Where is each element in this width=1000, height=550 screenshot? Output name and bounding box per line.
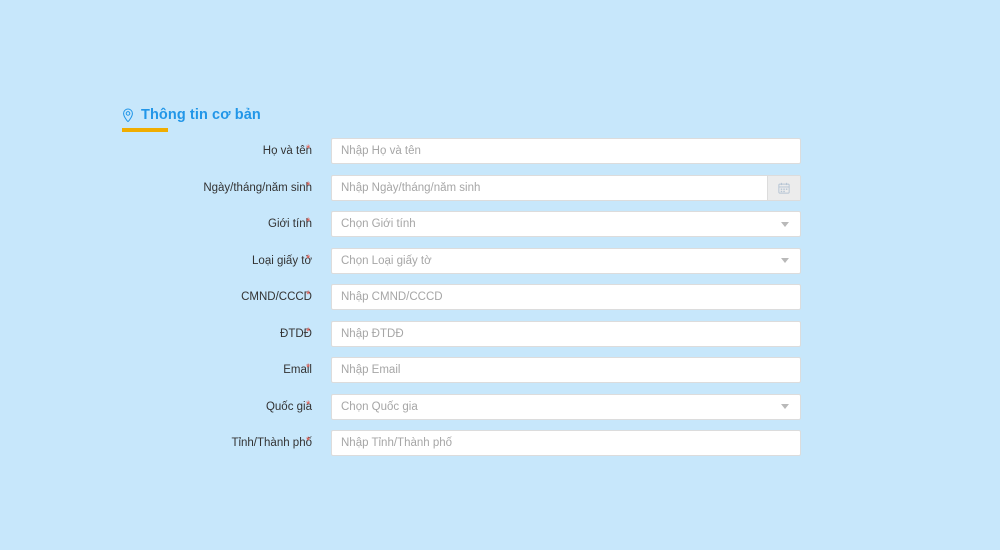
field-label: Loại giấy tờ [252,254,312,267]
field-placeholder: Nhập ĐTDĐ [341,327,404,340]
field-placeholder: Nhập CMND/CCCD [341,291,443,303]
field-placeholder: Nhập Tỉnh/Thành phố [341,437,453,449]
required-marker: * [306,362,311,374]
required-marker: * [306,325,311,338]
text-field[interactable]: Nhập CMND/CCCD [331,284,801,310]
page-root: Thông tin cơ bản Họ và tên * Nhập Họ và tê… [0,0,1000,550]
field-label: Tỉnh/Thành phố [231,437,312,449]
field-placeholder: Chọn Quốc gia [341,400,418,413]
basic-info-form: Họ và tên * Nhập Họ và tên Ngày/tháng/năm s… [0,138,1000,467]
text-field[interactable]: Nhập Họ và tên [331,138,801,164]
chevron-down-icon[interactable] [781,258,789,263]
select-field[interactable]: Chọn Loại giấy tờ [331,247,801,274]
form-row: Quốc gia * Chọn Quốc gia [0,393,1000,431]
field-placeholder: Chọn Loại giấy tờ [341,254,432,267]
section-title: Thông tin cơ bản [141,107,261,123]
form-row: Họ và tên * Nhập Họ và tên [0,138,1000,175]
form-row: CMND/CCCD * Nhập CMND/CCCD [0,284,1000,321]
section-header: Thông tin cơ bản [121,107,261,123]
required-marker: * [306,216,311,228]
required-marker: * [306,179,311,192]
field-placeholder: Nhập Họ và tên [341,145,421,157]
field-label: CMND/CCCD [241,291,312,303]
calendar-icon[interactable] [767,175,800,200]
map-pin-icon [121,108,135,123]
select-field[interactable]: Chọn Quốc gia [331,393,801,420]
text-field[interactable]: Nhập Email [331,357,801,383]
date-field[interactable]: Nhập Ngày/tháng/năm sinh [331,174,801,201]
text-field[interactable]: Nhập Tỉnh/Thành phố [331,430,801,456]
form-row: Tỉnh/Thành phố * Nhập Tỉnh/Thành phố [0,430,1000,467]
form-row: Email * Nhập Email [0,357,1000,394]
required-marker: * [306,289,311,301]
chevron-down-icon[interactable] [781,404,789,409]
field-label: Ngày/tháng/năm sinh [203,181,312,194]
section-title-underline [122,128,168,132]
form-row: Ngày/tháng/năm sinh * Nhập Ngày/tháng/năm … [0,174,1000,212]
field-label: Họ và tên [262,145,312,157]
form-row: Loại giấy tờ * Chọn Loại giấy tờ [0,247,1000,285]
form-row: Giới tính * Chọn Giới tính [0,211,1000,248]
required-marker: * [306,435,311,447]
required-marker: * [306,143,311,155]
field-placeholder: Nhập Ngày/tháng/năm sinh [341,181,481,194]
chevron-down-icon[interactable] [781,221,789,227]
field-placeholder: Nhập Email [341,364,401,376]
select-field[interactable]: Chọn Giới tính [331,211,801,237]
required-marker: * [306,252,311,265]
field-placeholder: Chọn Giới tính [341,218,416,230]
required-marker: * [306,398,311,411]
text-field[interactable]: Nhập ĐTDĐ [331,320,801,347]
form-row: ĐTDĐ * Nhập ĐTDĐ [0,320,1000,358]
